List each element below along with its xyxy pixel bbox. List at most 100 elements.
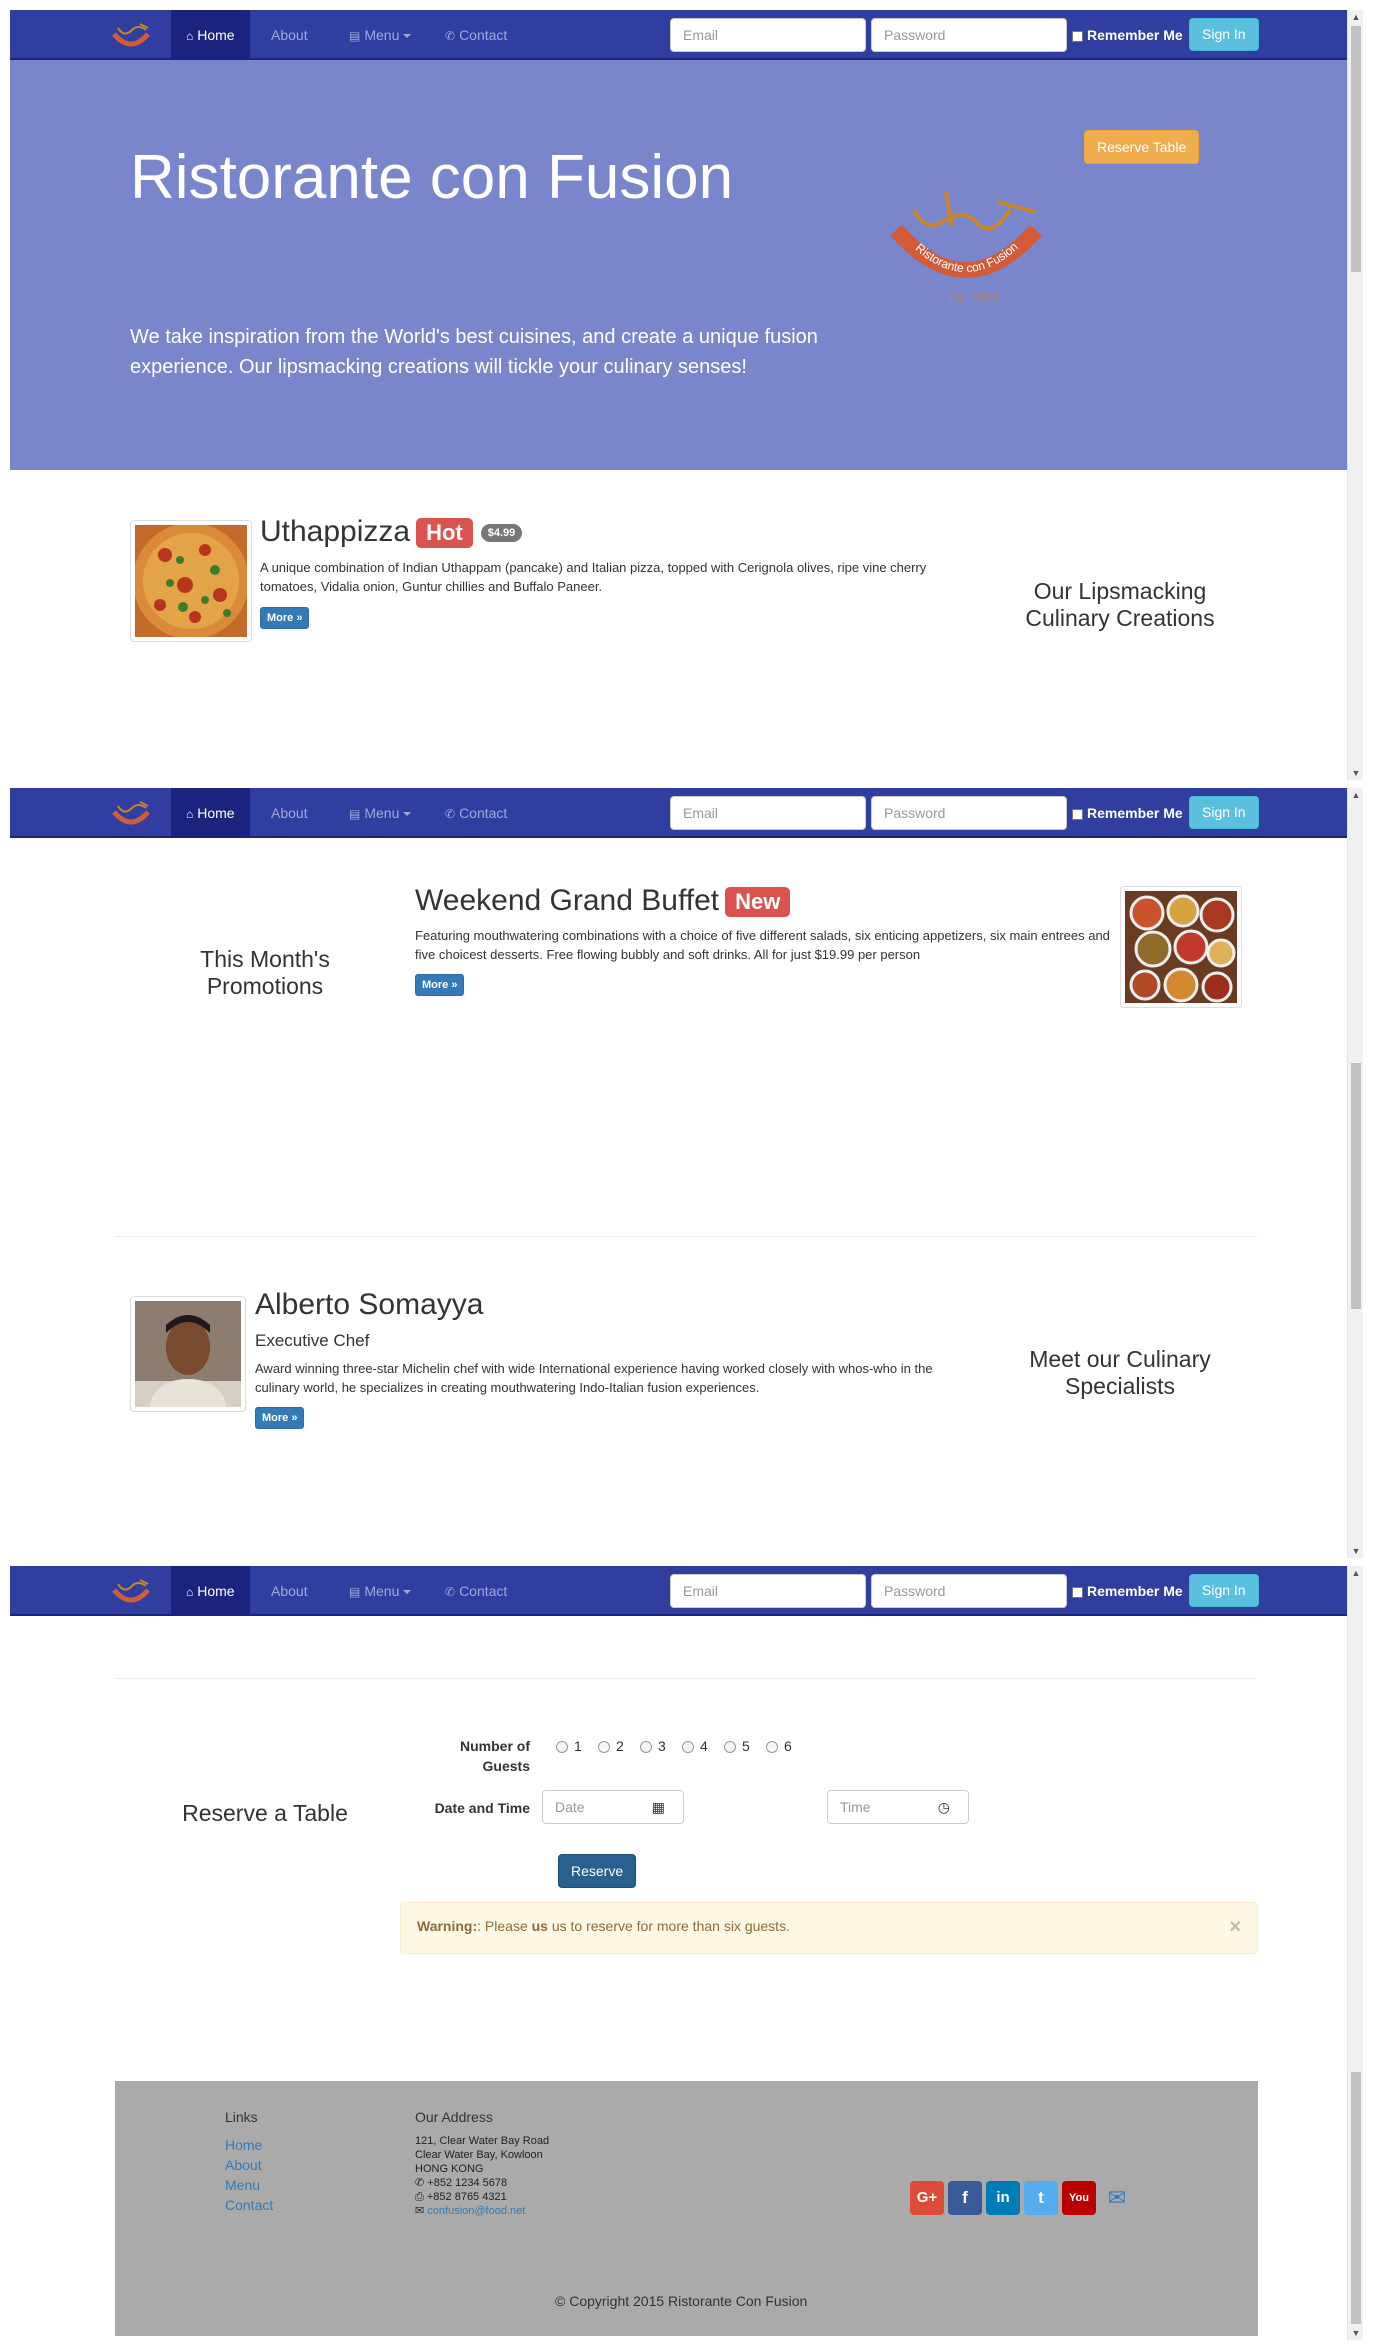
password-input[interactable]: Password — [871, 1574, 1067, 1608]
brand-logo-icon[interactable] — [110, 798, 152, 828]
scroll-up-icon[interactable]: ▲ — [1348, 788, 1363, 802]
remember-me-checkbox[interactable]: Remember Me — [1072, 805, 1183, 821]
calendar-icon[interactable]: ▦ — [652, 1791, 665, 1823]
footer-link-home[interactable]: Home — [225, 2137, 262, 2153]
nav-about[interactable]: About — [256, 10, 323, 60]
guest-option-1[interactable]: 1 — [556, 1738, 582, 1754]
scrollbar-1[interactable]: ▲ ▼ — [1347, 10, 1363, 780]
nav-about[interactable]: About — [256, 1566, 323, 1616]
footer-link-menu[interactable]: Menu — [225, 2177, 260, 2193]
password-input[interactable]: Password — [871, 18, 1067, 52]
viewport-segment-1: ⌂ Home About ▤ Menu ✆ Contact Email Passwor… — [10, 10, 1363, 780]
footer: Links Home About Menu Contact Our Addres… — [115, 2081, 1258, 2336]
sign-in-button[interactable]: Sign In — [1189, 796, 1259, 829]
close-icon[interactable]: × — [1229, 1916, 1241, 1939]
guest-option-3[interactable]: 3 — [640, 1738, 666, 1754]
nav-home[interactable]: ⌂ Home — [171, 1566, 250, 1616]
footer-link-about[interactable]: About — [225, 2157, 262, 2173]
dish-more-button[interactable]: More » — [260, 607, 310, 629]
guest-option-4[interactable]: 4 — [682, 1738, 708, 1754]
remember-me-checkbox[interactable]: Remember Me — [1072, 1583, 1183, 1599]
radio-icon[interactable] — [640, 1741, 652, 1754]
phone-icon: ✆ — [445, 29, 456, 43]
password-input[interactable]: Password — [871, 796, 1067, 830]
date-input[interactable]: Date ▦ — [542, 1790, 684, 1824]
radio-icon[interactable] — [556, 1741, 568, 1754]
nav-contact[interactable]: ✆ Contact — [430, 788, 522, 838]
email-input[interactable]: Email — [670, 18, 866, 52]
scroll-thumb[interactable] — [1351, 26, 1361, 272]
google-plus-icon[interactable]: G+ — [910, 2181, 944, 2215]
email-link[interactable]: confusion@food.net — [427, 2205, 525, 2217]
logo-arc-text: Ristorante con Fusion — [913, 239, 1021, 275]
brand-logo-icon[interactable] — [110, 1576, 152, 1606]
alert-text-1: : Please — [477, 1918, 532, 1934]
scrollbar-2[interactable]: ▲ ▼ — [1347, 788, 1363, 1558]
guest-option-6[interactable]: 6 — [766, 1738, 792, 1754]
caret-down-icon — [403, 1590, 412, 1595]
chef-photo — [130, 1296, 246, 1412]
linkedin-icon[interactable]: in — [986, 2181, 1020, 2215]
datetime-label: Date and Time — [434, 1800, 530, 1816]
promotion-more-button[interactable]: More » — [415, 974, 465, 996]
nav-home[interactable]: ⌂ Home — [171, 10, 250, 60]
scroll-down-icon[interactable]: ▼ — [1348, 766, 1363, 780]
phone-number: +852 1234 5678 — [427, 2177, 508, 2189]
phone-icon: ✆ — [415, 2177, 425, 2189]
nav-contact[interactable]: ✆ Contact — [430, 1566, 522, 1616]
youtube-icon[interactable]: You — [1062, 2181, 1096, 2215]
footer-link-contact[interactable]: Contact — [225, 2197, 273, 2213]
scroll-thumb[interactable] — [1351, 2072, 1361, 2324]
reserve-button[interactable]: Reserve — [558, 1854, 637, 1888]
clock-icon[interactable]: ◷ — [938, 1791, 950, 1823]
radio-icon[interactable] — [598, 1741, 610, 1754]
checkbox-icon[interactable] — [1072, 1586, 1083, 1598]
nav-menu-dropdown[interactable]: ▤ Menu — [334, 1566, 426, 1616]
radio-icon[interactable] — [766, 1741, 778, 1754]
scroll-up-icon[interactable]: ▲ — [1348, 1566, 1363, 1580]
buffet-image — [1120, 886, 1242, 1008]
chef-more-button[interactable]: More » — [255, 1407, 305, 1429]
dish-image — [130, 520, 252, 642]
links-heading: Links — [225, 2109, 258, 2125]
dish-title: Uthappizza Hot $4.99 — [260, 515, 523, 549]
nav-menu-dropdown[interactable]: ▤ Menu — [334, 10, 426, 60]
radio-icon[interactable] — [724, 1741, 736, 1754]
facebook-icon[interactable]: f — [948, 2181, 982, 2215]
nav-menu-dropdown[interactable]: ▤ Menu — [334, 788, 426, 838]
sign-in-button[interactable]: Sign In — [1189, 1574, 1259, 1607]
scroll-thumb[interactable] — [1351, 1063, 1361, 1309]
guest-option-5[interactable]: 5 — [724, 1738, 750, 1754]
nav-about[interactable]: About — [256, 788, 323, 838]
warning-alert: Warning:: Please us us to reserve for mo… — [400, 1902, 1258, 1954]
nav-home-label: Home — [197, 27, 235, 43]
guest-option-label: 1 — [574, 1738, 582, 1754]
time-input[interactable]: Time ◷ — [827, 1790, 969, 1824]
email-input[interactable]: Email — [670, 1574, 866, 1608]
mail-icon[interactable]: ✉ — [1100, 2181, 1134, 2215]
nav-contact-label: Contact — [459, 1583, 508, 1599]
brand-logo-icon[interactable] — [110, 20, 152, 50]
scroll-down-icon[interactable]: ▼ — [1348, 1544, 1363, 1558]
envelope-icon: ✉ — [415, 2205, 425, 2217]
radio-icon[interactable] — [682, 1741, 694, 1754]
reserve-table-button[interactable]: Reserve Table — [1084, 130, 1200, 164]
checkbox-icon[interactable] — [1072, 808, 1083, 820]
scroll-down-icon[interactable]: ▼ — [1348, 2326, 1363, 2340]
remember-me-label: Remember Me — [1087, 1583, 1183, 1599]
time-placeholder: Time — [840, 1799, 871, 1815]
guest-option-2[interactable]: 2 — [598, 1738, 624, 1754]
remember-me-checkbox[interactable]: Remember Me — [1072, 27, 1183, 43]
nav-contact[interactable]: ✆ Contact — [430, 10, 522, 60]
scrollbar-3[interactable]: ▲ ▼ — [1347, 1566, 1363, 2340]
promotion-title: Weekend Grand Buffet New — [415, 884, 791, 918]
nav-home[interactable]: ⌂ Home — [171, 788, 250, 838]
checkbox-icon[interactable] — [1072, 30, 1083, 42]
scroll-up-icon[interactable]: ▲ — [1348, 10, 1363, 24]
sign-in-button[interactable]: Sign In — [1189, 18, 1259, 51]
email-input[interactable]: Email — [670, 796, 866, 830]
twitter-icon[interactable]: t — [1024, 2181, 1058, 2215]
chef-designation: Executive Chef — [255, 1331, 370, 1350]
remember-me-label: Remember Me — [1087, 27, 1183, 43]
guests-label: Number of Guests — [460, 1738, 530, 1774]
